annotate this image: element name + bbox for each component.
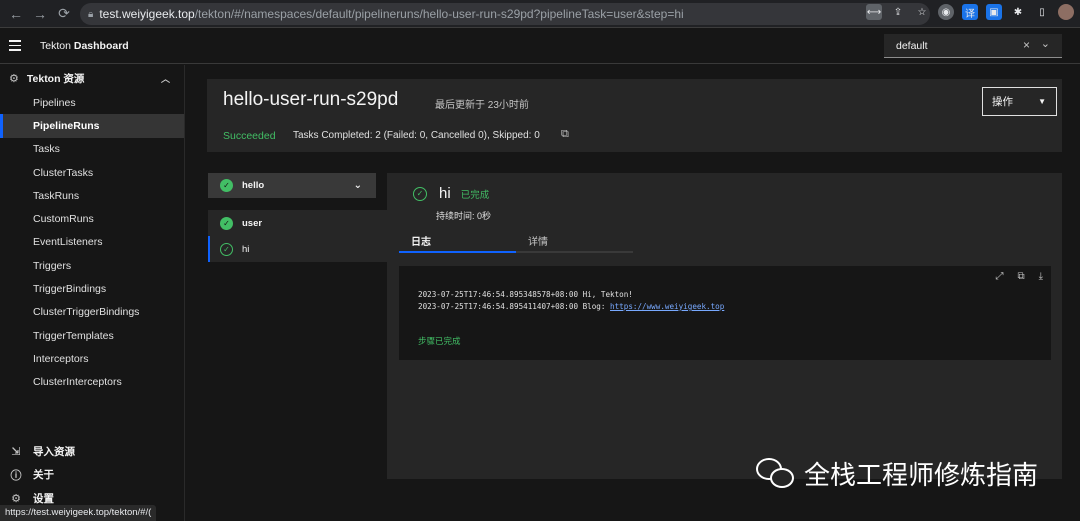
last-updated: 最后更新于 23小时前 bbox=[435, 100, 529, 111]
sidebar-item-triggertemplates[interactable]: TriggerTemplates bbox=[0, 324, 184, 347]
chevron-up-icon[interactable]: ︿ bbox=[161, 72, 170, 85]
log-line: 2023-07-25T17:46:54.895411407+08:00 Blog… bbox=[418, 302, 725, 311]
step-item-hi[interactable]: ✓ hi bbox=[208, 236, 387, 262]
profile-avatar[interactable] bbox=[1058, 4, 1074, 20]
task-item-hello[interactable]: ✓ hello ⌄ bbox=[208, 173, 376, 198]
translate-ext-icon[interactable]: 译 bbox=[962, 4, 978, 20]
sidebar-item-triggers[interactable]: Triggers bbox=[0, 254, 184, 277]
blog-link[interactable]: https://www.weiyigeek.top bbox=[610, 302, 724, 311]
sidebar-item-triggerbindings[interactable]: TriggerBindings bbox=[0, 277, 184, 300]
step-tabs: 日志 详情 bbox=[399, 229, 633, 253]
open-external-icon[interactable]: ⧉ bbox=[1017, 271, 1024, 282]
namespace-dropdown[interactable]: default × ⌄ bbox=[884, 34, 1062, 58]
step-details-panel: ✓ hi 已完成 持续时间: 0秒 日志 详情 ⤢ ⧉ ⤓ 2023-07-25… bbox=[387, 173, 1062, 479]
sidebar: ⚙ Tekton 资源 ︿ Pipelines PipelineRuns Tasks… bbox=[0, 65, 185, 521]
step-item-user[interactable]: ✓ user bbox=[208, 210, 387, 236]
success-icon: ✓ bbox=[220, 179, 233, 192]
success-outline-icon: ✓ bbox=[220, 242, 233, 256]
maximize-icon[interactable]: ⤢ bbox=[995, 271, 1003, 282]
tekton-icon: ⚙ bbox=[9, 72, 19, 85]
info-icon: ⓘ bbox=[10, 469, 22, 482]
watermark-text: 全栈工程师修炼指南 bbox=[804, 461, 1039, 491]
status-badge: Succeeded bbox=[223, 130, 276, 142]
lock-icon: 🔒︎ bbox=[88, 8, 94, 20]
tab-details[interactable]: 详情 bbox=[516, 229, 633, 253]
clear-icon[interactable]: × bbox=[1023, 38, 1030, 52]
settings-icon: ⚙ bbox=[11, 492, 21, 505]
browser-toolbar: ← → ⟳ 🔒︎ test.weiyigeek.top/tekton/#/nam… bbox=[0, 0, 1080, 28]
extension-icons: ⟷ ⇪ ☆ ◉ 译 ▣ ✱ ▯ bbox=[866, 4, 1074, 20]
sidebar-section-tekton[interactable]: ⚙ Tekton 资源 ︿ bbox=[0, 65, 184, 91]
sidebar-item-clustertasks[interactable]: ClusterTasks bbox=[0, 161, 184, 184]
extension-badge-icon[interactable]: ◉ bbox=[938, 4, 954, 20]
sidebar-section-title: Tekton 资源 bbox=[26, 72, 85, 85]
share-icon[interactable]: ⇪ bbox=[890, 4, 906, 20]
sidepanel-icon[interactable]: ▯ bbox=[1034, 4, 1050, 20]
caret-down-icon: ▼ bbox=[1038, 97, 1046, 106]
menu-icon[interactable] bbox=[0, 40, 30, 51]
sidebar-item-clustertriggerbindings[interactable]: ClusterTriggerBindings bbox=[0, 301, 184, 324]
log-toolbar: ⤢ ⧉ ⤓ bbox=[995, 271, 1043, 282]
url-path: /tekton/#/namespaces/default/pipelinerun… bbox=[194, 7, 684, 21]
forward-icon[interactable]: → bbox=[28, 2, 52, 26]
sidebar-item-pipelineruns[interactable]: PipelineRuns bbox=[0, 114, 184, 138]
sidebar-item-pipelines[interactable]: Pipelines bbox=[0, 91, 184, 114]
import-icon: ⇲ bbox=[11, 446, 21, 459]
sidebar-item-about[interactable]: ⓘ 关于 bbox=[0, 463, 185, 486]
chevron-down-icon[interactable]: ⌄ bbox=[1041, 37, 1050, 50]
watermark: 全栈工程师修炼指南 bbox=[756, 455, 1038, 492]
app-title[interactable]: Tekton Dashboard bbox=[40, 40, 129, 52]
success-outline-icon: ✓ bbox=[413, 186, 427, 201]
tasks-summary: Tasks Completed: 2 (Failed: 0, Cancelled… bbox=[293, 130, 540, 141]
copy-icon[interactable]: ⧉ bbox=[561, 128, 569, 141]
reload-icon[interactable]: ⟳ bbox=[52, 2, 76, 26]
pipelinerun-header: hello-user-run-s29pd 最后更新于 23小时前 操作 ▼ Su… bbox=[207, 79, 1062, 152]
bookmark-star-icon[interactable]: ☆ bbox=[914, 4, 930, 20]
sidebar-footer: ⇲ 导入资源 ⓘ 关于 ⚙ 设置 bbox=[0, 440, 185, 510]
sidebar-item-customruns[interactable]: CustomRuns bbox=[0, 207, 184, 230]
sidebar-item-taskruns[interactable]: TaskRuns bbox=[0, 184, 184, 207]
sidebar-item-tasks[interactable]: Tasks bbox=[0, 138, 184, 161]
namespace-value: default bbox=[896, 39, 928, 52]
step-complete-message: 步骤已完成 bbox=[418, 336, 461, 346]
page-title: hello-user-run-s29pd bbox=[223, 89, 399, 110]
sidebar-item-eventlisteners[interactable]: EventListeners bbox=[0, 231, 184, 254]
sidebar-item-import[interactable]: ⇲ 导入资源 bbox=[0, 440, 185, 463]
sidebar-item-interceptors[interactable]: Interceptors bbox=[0, 347, 184, 370]
step-status-badge: 已完成 bbox=[460, 189, 490, 201]
wechat-icon bbox=[756, 456, 796, 492]
devtools-ext-icon[interactable]: ▣ bbox=[986, 4, 1002, 20]
step-list: ✓ user ✓ hi bbox=[208, 210, 387, 262]
step-duration: 持续时间: 0秒 bbox=[436, 211, 492, 221]
address-bar[interactable]: 🔒︎ test.weiyigeek.top/tekton/#/namespace… bbox=[80, 3, 930, 25]
chevron-down-icon[interactable]: ⌄ bbox=[354, 180, 362, 191]
log-line: 2023-07-25T17:46:54.895348578+08:00 Hi, … bbox=[418, 290, 633, 299]
actions-button[interactable]: 操作 ▼ bbox=[982, 87, 1057, 116]
translate-icon[interactable]: ⟷ bbox=[866, 4, 882, 20]
url-host: test.weiyigeek.top bbox=[99, 7, 195, 21]
step-name: hi bbox=[439, 185, 451, 202]
tab-logs[interactable]: 日志 bbox=[399, 229, 516, 253]
back-icon[interactable]: ← bbox=[4, 2, 28, 26]
log-viewer: ⤢ ⧉ ⤓ 2023-07-25T17:46:54.895348578+08:0… bbox=[399, 266, 1051, 360]
app-header: Tekton Dashboard default × ⌄ bbox=[0, 28, 1080, 64]
sidebar-item-clusterinterceptors[interactable]: ClusterInterceptors bbox=[0, 371, 184, 394]
download-icon[interactable]: ⤓ bbox=[1039, 271, 1043, 282]
success-icon: ✓ bbox=[220, 216, 233, 230]
puzzle-icon[interactable]: ✱ bbox=[1010, 4, 1026, 20]
link-status-bar: https://test.weiyigeek.top/tekton/#/( bbox=[0, 505, 157, 521]
step-header: ✓ hi 已完成 bbox=[413, 185, 489, 202]
